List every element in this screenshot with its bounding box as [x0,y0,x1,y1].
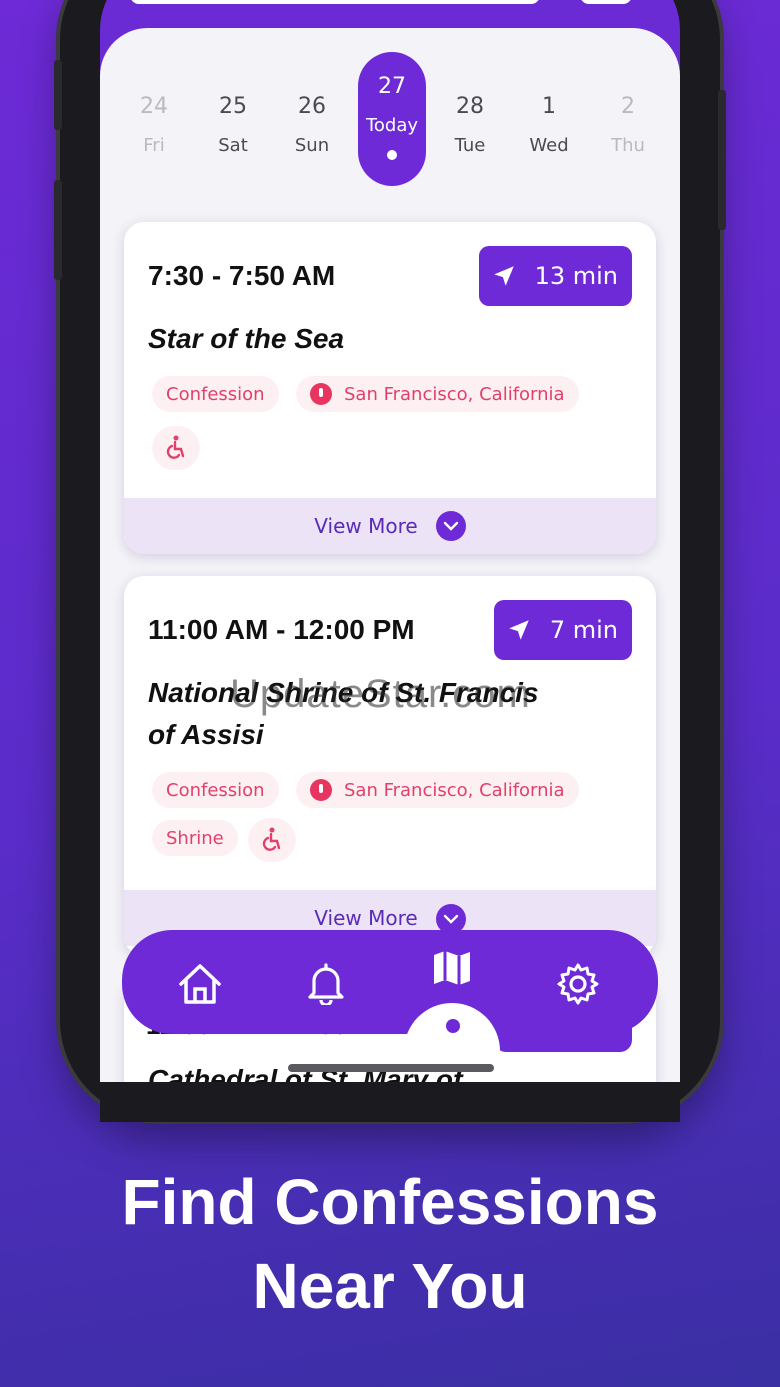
location-label: San Francisco, California [344,779,565,801]
eta-text: 13 min [534,262,618,290]
date-item[interactable]: 26 Sun [278,50,346,186]
search-bar-edge[interactable] [130,0,540,4]
gear-icon [557,963,599,1005]
phone-bezel-bottom [100,1082,680,1122]
date-weekday: Tue [454,135,486,156]
date-weekday: Thu [611,135,645,156]
church-name-line2: of Assisi [148,719,264,750]
map-icon [434,951,470,985]
wheelchair-icon [262,827,281,851]
date-item[interactable]: 25 Sat [199,50,267,186]
date-item[interactable]: 24 Fri [120,50,188,186]
date-number: 2 [621,94,635,119]
content-sheet: 24 Fri 25 Sat 26 Sun 27 Today 28 Tue 1 W… [100,28,680,1088]
date-item-selected[interactable]: 27 Today [358,52,426,186]
view-more-label: View More [314,906,418,930]
tag-chip: Confession [152,772,279,808]
view-more-label: View More [314,514,418,538]
date-weekday: Fri [143,135,165,156]
bottom-nav [122,930,658,1034]
nav-notifications[interactable] [302,960,350,1008]
phone-power-button [718,90,726,230]
nav-map[interactable] [428,944,476,992]
phone-side-button [54,180,62,280]
phone-side-button [54,60,62,130]
date-weekday: Sun [294,135,330,156]
date-item[interactable]: 2 Thu [594,50,662,186]
confession-card[interactable]: 11:00 AM - 12:00 PM 7 min National Shrin… [124,576,656,956]
selected-dot [387,150,397,160]
date-number: 24 [140,94,168,119]
home-icon [179,964,221,1004]
nav-settings[interactable] [554,960,602,1008]
date-weekday: Wed [529,135,569,156]
confession-card[interactable]: 7:30 - 7:50 AM 13 min Star of the Sea Co… [124,222,656,554]
tag-label: Confession [166,383,265,405]
map-pin-icon [310,383,332,405]
location-chip: San Francisco, California [296,772,579,808]
card-time: 11:00 AM - 12:00 PM [148,614,415,645]
headline-line1: Find Confessions [121,1166,659,1238]
date-weekday: Today [365,115,419,136]
eta-badge[interactable]: 13 min [478,246,632,306]
church-name: Star of the Sea [148,323,345,354]
navigation-arrow-icon [509,620,529,640]
date-strip: 24 Fri 25 Sat 26 Sun 27 Today 28 Tue 1 W… [100,50,680,190]
date-number: 28 [456,94,484,119]
watermark: UpdateStar.com [230,672,531,716]
home-indicator[interactable] [288,1064,494,1072]
date-number: 26 [298,94,326,119]
eta-badge[interactable]: 7 min [493,600,632,660]
location-chip: San Francisco, California [296,376,579,412]
card-time: 7:30 - 7:50 AM [148,260,336,291]
date-weekday: Sat [218,135,248,156]
headline-line2: Near You [252,1250,528,1322]
tag-label: Confession [166,779,265,801]
tag-chip: Confession [152,376,279,412]
chevron-down-icon [435,511,466,541]
map-pin-icon [310,779,332,801]
accessibility-chip [152,426,200,470]
navigation-arrow-icon [493,266,514,286]
view-more-button[interactable]: View More [124,498,656,554]
eta-text: 7 min [549,616,618,644]
nav-active-dot [446,1019,460,1033]
date-item[interactable]: 1 Wed [515,50,583,186]
nav-home[interactable] [176,960,224,1008]
tag-label: Shrine [166,827,224,849]
date-number: 27 [378,74,406,99]
filter-button-edge[interactable] [580,0,632,4]
date-number: 1 [542,94,556,119]
accessibility-chip [248,818,296,862]
bell-icon [308,963,344,1005]
location-label: San Francisco, California [344,383,565,405]
date-item[interactable]: 28 Tue [436,50,504,186]
promo-headline: Find Confessions Near You [0,1160,780,1328]
tag-chip: Shrine [152,820,238,856]
wheelchair-icon [166,435,185,459]
date-number: 25 [219,94,247,119]
